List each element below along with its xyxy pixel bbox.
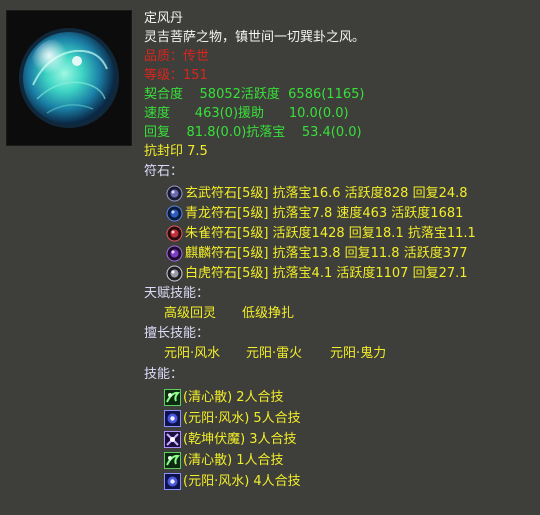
stat-line-3: 回复 81.8(0.0)抗落宝 53.4(0.0) — [144, 125, 362, 140]
skill-row: (清心散) 1人合技 — [164, 450, 284, 470]
rune-text: 朱雀符石[5级] 活跃度1428 回复18.1 抗落宝11.1 — [185, 225, 476, 241]
specialty-skill-1: 元阳·风水 — [164, 346, 221, 361]
skills-heading: 技能： — [144, 367, 184, 382]
qingxinsan-skill-icon — [164, 388, 181, 406]
stat-line-4: 抗封印 7.5 — [144, 144, 208, 159]
specialty-heading: 擅长技能： — [144, 326, 210, 341]
skill-row: (清心散) 2人合技 — [164, 387, 284, 407]
rune-row: 麒麟符石[5级] 抗落宝13.8 回复11.8 活跃度377 — [166, 243, 468, 263]
skill-text: (元阳·风水) 5人合技 — [183, 410, 301, 426]
item-description: 灵吉菩萨之物，镇世间一切巽卦之风。 — [144, 30, 366, 45]
stat-line-1: 契合度 58052活跃度 6586(1165) — [144, 87, 365, 102]
qinglong-rune-icon — [166, 205, 183, 222]
skill-text: (清心散) 1人合技 — [183, 452, 284, 468]
yuanyang-fengshui-skill-icon — [164, 409, 181, 427]
item-level: 等级：151 — [144, 68, 208, 83]
skill-row: (元阳·风水) 4人合技 — [164, 471, 301, 491]
rune-text: 玄武符石[5级] 抗落宝16.6 活跃度828 回复24.8 — [185, 185, 468, 201]
skill-row: (元阳·风水) 5人合技 — [164, 408, 301, 428]
rune-text: 白虎符石[5级] 抗落宝4.1 活跃度1107 回复27.1 — [185, 265, 468, 281]
item-name: 定风丹 — [144, 11, 184, 26]
talent-skill-1: 高级回灵 — [164, 306, 217, 321]
wind-orb-icon — [19, 28, 119, 128]
item-icon-frame — [6, 10, 132, 146]
xuanwu-rune-icon — [166, 185, 183, 202]
talent-heading: 天赋技能： — [144, 286, 210, 301]
skill-text: (乾坤伏魔) 3人合技 — [183, 431, 297, 447]
yuanyang-fengshui-skill-icon — [164, 472, 181, 490]
rune-text: 青龙符石[5级] 抗落宝7.8 速度463 活跃度1681 — [185, 205, 464, 221]
rune-text: 麒麟符石[5级] 抗落宝13.8 回复11.8 活跃度377 — [185, 245, 468, 261]
qilin-rune-icon — [166, 245, 183, 262]
skill-text: (清心散) 2人合技 — [183, 389, 284, 405]
qingxinsan-skill-icon — [164, 451, 181, 469]
skill-row: (乾坤伏魔) 3人合技 — [164, 429, 297, 449]
item-quality: 品质：传世 — [144, 49, 210, 64]
rune-row: 白虎符石[5级] 抗落宝4.1 活跃度1107 回复27.1 — [166, 263, 468, 283]
stat-line-2: 速度 463(0)援助 10.0(0.0) — [144, 106, 349, 121]
rune-heading: 符石： — [144, 164, 184, 179]
rune-row: 朱雀符石[5级] 活跃度1428 回复18.1 抗落宝11.1 — [166, 223, 476, 243]
item-tooltip-panel: 定风丹 灵吉菩萨之物，镇世间一切巽卦之风。 品质：传世 等级：151 契合度 5… — [0, 0, 540, 515]
specialty-skill-3: 元阳·鬼力 — [330, 346, 387, 361]
qiankun-fumo-skill-icon — [164, 430, 181, 448]
zhuque-rune-icon — [166, 225, 183, 242]
rune-row: 青龙符石[5级] 抗落宝7.8 速度463 活跃度1681 — [166, 203, 463, 223]
rune-row: 玄武符石[5级] 抗落宝16.6 活跃度828 回复24.8 — [166, 183, 468, 203]
talent-skill-2: 低级挣扎 — [242, 306, 295, 321]
skill-text: (元阳·风水) 4人合技 — [183, 473, 301, 489]
baihu-rune-icon — [166, 265, 183, 282]
specialty-skill-2: 元阳·雷火 — [246, 346, 303, 361]
